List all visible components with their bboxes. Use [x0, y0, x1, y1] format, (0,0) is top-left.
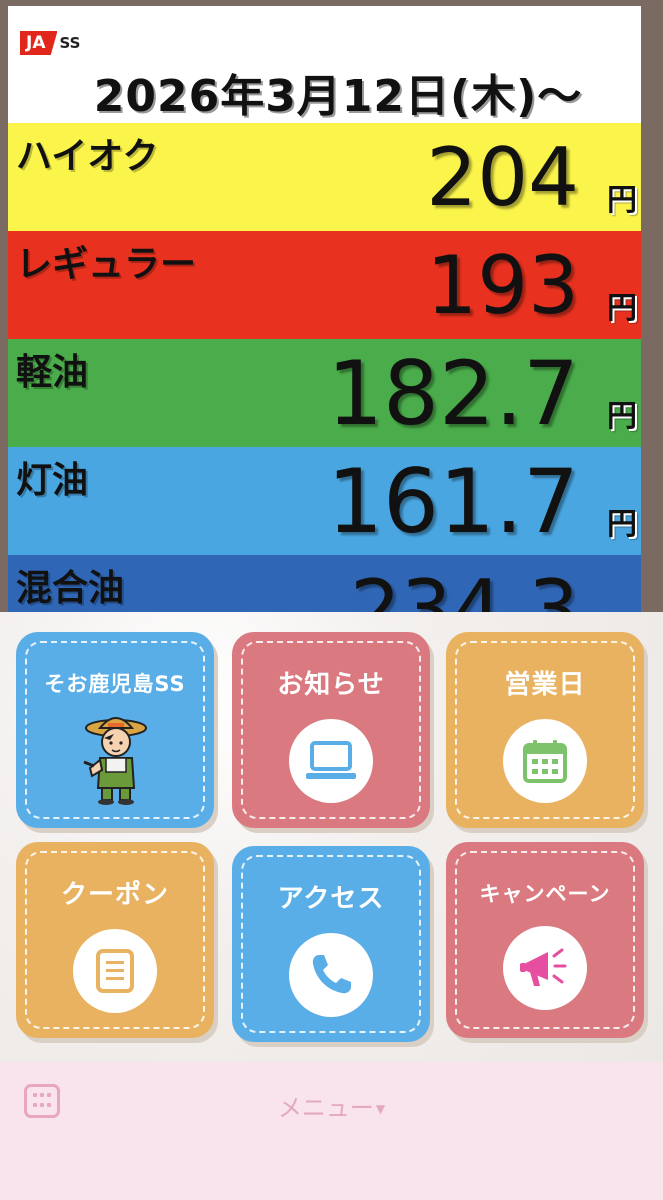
- tile-icon-circle: [503, 926, 587, 1010]
- fuel-name: ハイオク: [16, 136, 159, 177]
- tile-icon-circle: [503, 719, 587, 803]
- tile-coupon[interactable]: クーポン: [16, 842, 214, 1038]
- price-row-kongo: 混合油 234.3 円: [8, 555, 641, 612]
- fuel-name: レギュラー: [16, 244, 197, 285]
- laptop-icon: [306, 741, 356, 779]
- mascot-farmer-icon: [83, 717, 147, 805]
- tile-label: お知らせ: [277, 670, 385, 700]
- tile-access[interactable]: アクセス: [232, 846, 430, 1042]
- megaphone-icon: [520, 948, 567, 986]
- tile-label: 営業日: [504, 670, 586, 700]
- fuel-price: 193: [426, 239, 579, 332]
- bottom-menu-bar: メニュー ▼: [0, 1062, 663, 1200]
- tile-label: キャンペーン: [479, 882, 611, 906]
- fuel-price: 234.3: [349, 563, 579, 613]
- tile-news[interactable]: お知らせ: [232, 632, 430, 828]
- tile-label: クーポン: [60, 880, 169, 910]
- phone-icon: [312, 955, 351, 994]
- fuel-price: 182.7: [327, 342, 579, 445]
- menu-tile-grid: そお鹿児島SS お知らせ 営業日 クーポン アクセス キャンペーン: [0, 612, 663, 1062]
- fuel-unit: 円: [607, 399, 637, 434]
- fuel-unit: 円: [607, 507, 637, 542]
- fuel-name: 混合油: [16, 568, 125, 609]
- fuel-name: 軽油: [16, 352, 89, 393]
- tile-soo-kagoshima-ss[interactable]: そお鹿児島SS: [16, 632, 214, 828]
- menu-toggle-button[interactable]: メニュー ▼: [0, 1088, 663, 1123]
- price-row-regular: レギュラー 193 円: [8, 231, 641, 339]
- tile-campaign[interactable]: キャンペーン: [446, 842, 644, 1038]
- ja-ss-logo: JA SS: [20, 30, 80, 56]
- fuel-name: 灯油: [16, 460, 89, 501]
- price-banner: JA SS 2026年3月12日(木)～ ハイオク 204 円 レギュラー 19…: [0, 0, 663, 612]
- tile-icon-circle: [73, 929, 157, 1013]
- tile-business-days[interactable]: 営業日: [446, 632, 644, 828]
- fuel-price: 161.7: [327, 450, 579, 553]
- logo-ja-text: JA: [20, 31, 58, 55]
- price-date: 2026年3月12日(木)～: [48, 68, 628, 129]
- fuel-unit: 円: [607, 291, 637, 326]
- logo-ss-text: SS: [59, 34, 81, 52]
- price-row-touyu: 灯油 161.7 円: [8, 447, 641, 555]
- calendar-icon: [523, 740, 567, 783]
- menu-label: メニュー: [277, 1094, 374, 1122]
- fuel-unit: 円: [607, 183, 637, 218]
- price-row-haioku: ハイオク 204 円: [8, 123, 641, 231]
- tile-label: そお鹿児島SS: [44, 672, 186, 696]
- tile-icon-circle: [289, 933, 373, 1017]
- document-icon: [96, 949, 134, 993]
- tile-icon-circle: [289, 719, 373, 803]
- chevron-down-icon: ▼: [375, 1102, 386, 1116]
- price-board: JA SS 2026年3月12日(木)～ ハイオク 204 円 レギュラー 19…: [8, 6, 641, 612]
- tile-label: アクセス: [277, 884, 385, 914]
- fuel-price: 204: [426, 131, 579, 224]
- price-row-keiyu: 軽油 182.7 円: [8, 339, 641, 447]
